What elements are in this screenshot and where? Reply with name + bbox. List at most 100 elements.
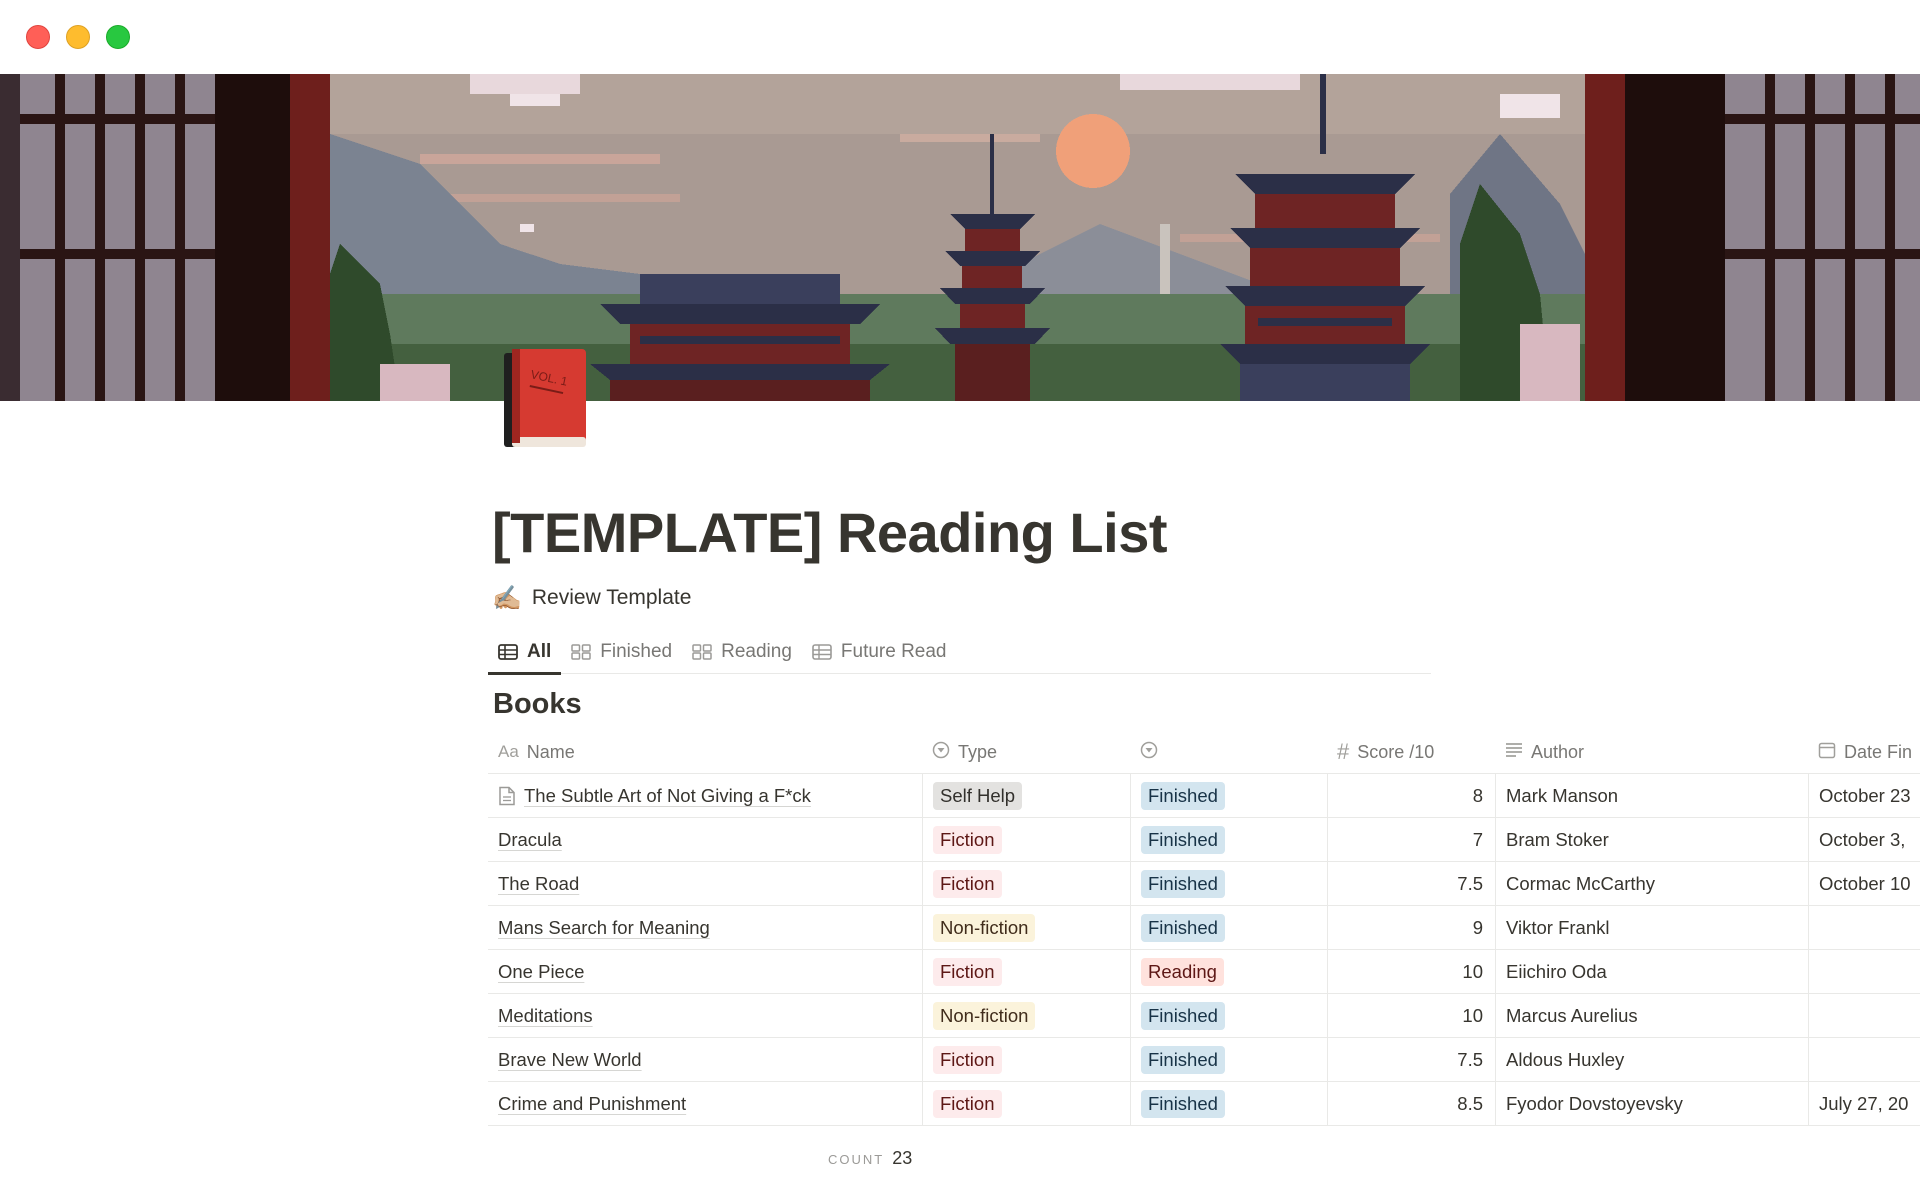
tab-future-read[interactable]: Future Read bbox=[802, 630, 957, 674]
score-value: 7.5 bbox=[1457, 873, 1483, 894]
status-tag: Finished bbox=[1141, 1090, 1225, 1118]
cell-date[interactable]: July 27, 20 bbox=[1808, 1082, 1920, 1126]
column-header-name[interactable]: Aa Name bbox=[488, 730, 922, 774]
cell-score[interactable]: 8.5 bbox=[1327, 1082, 1495, 1126]
column-header-score[interactable]: # Score /10 bbox=[1327, 730, 1495, 774]
table-row[interactable]: Dracula Fiction Finished 7 Bram Stoker Octobe… bbox=[488, 818, 1920, 862]
column-name-label: Name bbox=[526, 741, 575, 762]
book-name: The Road bbox=[498, 873, 580, 894]
cell-author[interactable]: Marcus Aurelius bbox=[1495, 994, 1808, 1038]
cell-type[interactable]: Fiction bbox=[922, 950, 1130, 994]
cell-status[interactable]: Finished bbox=[1130, 862, 1327, 906]
status-tag: Reading bbox=[1141, 958, 1224, 986]
cell-status[interactable]: Finished bbox=[1130, 1038, 1327, 1082]
close-window-button[interactable] bbox=[26, 25, 50, 49]
maximize-window-button[interactable] bbox=[106, 25, 130, 49]
tab-future-read-label: Future Read bbox=[840, 641, 947, 662]
page-title[interactable]: [TEMPLATE] Reading List bbox=[492, 500, 1168, 565]
book-name: Dracula bbox=[498, 829, 562, 850]
cell-date[interactable]: October 23 bbox=[1808, 774, 1920, 818]
cell-author[interactable]: Bram Stoker bbox=[1495, 818, 1808, 862]
tab-finished[interactable]: Finished bbox=[561, 630, 682, 674]
table-row[interactable]: One Piece Fiction Reading 10 Eiichiro Oda bbox=[488, 950, 1920, 994]
cell-author[interactable]: Fyodor Dovstoyevsky bbox=[1495, 1082, 1808, 1126]
page-icon-book[interactable]: VOL. 1 bbox=[500, 345, 590, 450]
cell-name[interactable]: Meditations bbox=[488, 994, 922, 1038]
database-view-tabs: All Finished Reading Future Read bbox=[488, 630, 1431, 675]
cell-date[interactable] bbox=[1808, 1038, 1920, 1082]
cell-type[interactable]: Fiction bbox=[922, 862, 1130, 906]
column-header-author[interactable]: Author bbox=[1495, 730, 1808, 774]
cell-score[interactable]: 7 bbox=[1327, 818, 1495, 862]
table-row[interactable]: Mans Search for Meaning Non-fiction Finish… bbox=[488, 906, 1920, 950]
type-tag: Fiction bbox=[933, 826, 1002, 854]
table-row[interactable]: The Road Fiction Finished 7.5 Cormac McCarth… bbox=[488, 862, 1920, 906]
cell-type[interactable]: Non-fiction bbox=[922, 906, 1130, 950]
cell-status[interactable]: Finished bbox=[1130, 906, 1327, 950]
column-header-date[interactable]: Date Fin bbox=[1808, 730, 1920, 774]
number-property-icon: # bbox=[1337, 739, 1350, 764]
cell-name[interactable]: Brave New World bbox=[488, 1038, 922, 1082]
table-row[interactable]: Meditations Non-fiction Finished 10 Marcus A… bbox=[488, 994, 1920, 1038]
cell-type[interactable]: Fiction bbox=[922, 818, 1130, 862]
tab-reading[interactable]: Reading bbox=[682, 630, 802, 674]
cell-score[interactable]: 8 bbox=[1327, 774, 1495, 818]
cell-author[interactable]: Aldous Huxley bbox=[1495, 1038, 1808, 1082]
column-type-label: Type bbox=[958, 741, 998, 762]
score-value: 7 bbox=[1472, 829, 1483, 850]
table-row[interactable]: Brave New World Fiction Finished 7.5 Aldous … bbox=[488, 1038, 1920, 1082]
table-rows: The Subtle Art of Not Giving a F*ck Self … bbox=[488, 774, 1920, 1126]
count-value: 23 bbox=[892, 1148, 913, 1168]
table-row[interactable]: Crime and Punishment Fiction Finished 8.5 Fy… bbox=[488, 1082, 1920, 1126]
table-header: Aa Name Type # Score /10 Author Date Fin bbox=[488, 730, 1920, 774]
cell-type[interactable]: Fiction bbox=[922, 1038, 1130, 1082]
cell-status[interactable]: Reading bbox=[1130, 950, 1327, 994]
cell-score[interactable]: 10 bbox=[1327, 950, 1495, 994]
cell-name[interactable]: The Road bbox=[488, 862, 922, 906]
status-tag: Finished bbox=[1141, 826, 1225, 854]
cell-date[interactable] bbox=[1808, 906, 1920, 950]
cell-name[interactable]: Crime and Punishment bbox=[488, 1082, 922, 1126]
author-value: Bram Stoker bbox=[1506, 829, 1609, 850]
cell-name[interactable]: Mans Search for Meaning bbox=[488, 906, 922, 950]
select-property-icon bbox=[932, 741, 950, 764]
cell-type[interactable]: Non-fiction bbox=[922, 994, 1130, 1038]
cell-status[interactable]: Finished bbox=[1130, 774, 1327, 818]
cover-image[interactable] bbox=[0, 74, 1920, 401]
cell-author[interactable]: Cormac McCarthy bbox=[1495, 862, 1808, 906]
column-header-status[interactable] bbox=[1130, 730, 1327, 774]
cell-score[interactable]: 7.5 bbox=[1327, 1038, 1495, 1082]
count-label: COUNT bbox=[828, 1152, 885, 1167]
table-count-footer[interactable]: COUNT 23 bbox=[828, 1148, 912, 1169]
column-header-type[interactable]: Type bbox=[922, 730, 1130, 774]
cell-score[interactable]: 10 bbox=[1327, 994, 1495, 1038]
cell-name[interactable]: Dracula bbox=[488, 818, 922, 862]
book-name: Brave New World bbox=[498, 1049, 642, 1070]
minimize-window-button[interactable] bbox=[66, 25, 90, 49]
cell-date[interactable] bbox=[1808, 950, 1920, 994]
cell-date[interactable]: October 10 bbox=[1808, 862, 1920, 906]
cell-author[interactable]: Viktor Frankl bbox=[1495, 906, 1808, 950]
cell-type[interactable]: Fiction bbox=[922, 1082, 1130, 1126]
cell-status[interactable]: Finished bbox=[1130, 818, 1327, 862]
cell-date[interactable] bbox=[1808, 994, 1920, 1038]
table-scroll-fade bbox=[488, 1130, 1920, 1140]
author-value: Aldous Huxley bbox=[1506, 1049, 1625, 1070]
cell-status[interactable]: Finished bbox=[1130, 1082, 1327, 1126]
cell-status[interactable]: Finished bbox=[1130, 994, 1327, 1038]
cell-date[interactable]: October 3, bbox=[1808, 818, 1920, 862]
review-template-link[interactable]: ✍🏼 Review Template bbox=[492, 583, 691, 613]
database-title[interactable]: Books bbox=[493, 688, 582, 721]
select-property-icon bbox=[1140, 741, 1158, 764]
cell-author[interactable]: Eiichiro Oda bbox=[1495, 950, 1808, 994]
cell-score[interactable]: 9 bbox=[1327, 906, 1495, 950]
cell-score[interactable]: 7.5 bbox=[1327, 862, 1495, 906]
tab-all[interactable]: All bbox=[488, 630, 562, 675]
cell-name[interactable]: The Subtle Art of Not Giving a F*ck bbox=[488, 774, 922, 818]
tab-all-label: All bbox=[527, 641, 552, 662]
table-row[interactable]: The Subtle Art of Not Giving a F*ck Self … bbox=[488, 774, 1920, 818]
cell-type[interactable]: Self Help bbox=[922, 774, 1130, 818]
cell-name[interactable]: One Piece bbox=[488, 950, 922, 994]
cell-author[interactable]: Mark Manson bbox=[1495, 774, 1808, 818]
title-property-icon: Aa bbox=[498, 742, 519, 761]
